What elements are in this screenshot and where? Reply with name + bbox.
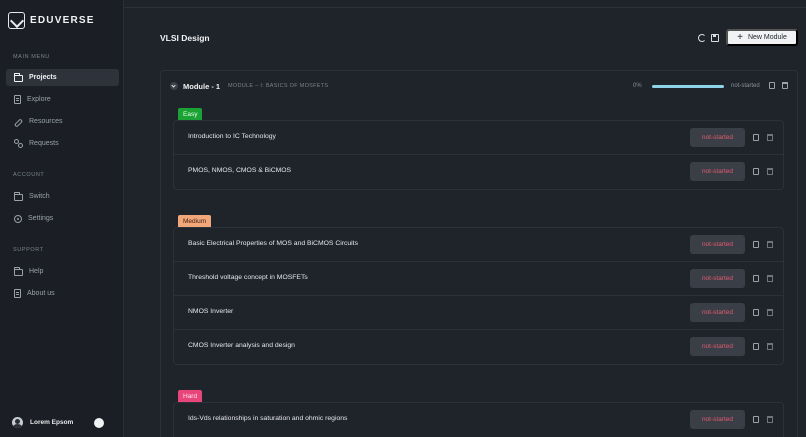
topic-row[interactable]: Threshold voltage concept in MOSFETs not… xyxy=(174,262,783,296)
module-name: Module - 1 xyxy=(183,82,221,91)
sidebar-item-label: Resources xyxy=(29,118,63,125)
copy-icon[interactable] xyxy=(753,168,759,175)
topic-group-hard: Ids-Vds relationships in saturation and … xyxy=(173,402,784,437)
trash-icon[interactable] xyxy=(767,416,773,423)
module-progress-bar xyxy=(652,85,724,88)
page-title: VLSI Design xyxy=(160,33,210,43)
topic-title: Ids-Vds relationships in saturation and … xyxy=(188,415,348,422)
sidebar-item-label: Explore xyxy=(27,96,51,103)
topic-title: Basic Electrical Properties of MOS and B… xyxy=(188,240,358,247)
copy-icon[interactable] xyxy=(753,416,759,423)
main-menu-label: MAIN MENU xyxy=(13,54,50,60)
trash-icon[interactable] xyxy=(767,309,773,316)
copy-icon[interactable] xyxy=(753,241,759,248)
user-name: Lorem Epsom xyxy=(30,419,74,426)
trash-icon[interactable] xyxy=(767,134,773,141)
status-badge[interactable]: not-started xyxy=(690,337,745,356)
status-badge[interactable]: not-started xyxy=(690,269,745,288)
user-profile[interactable]: Lorem Epsom xyxy=(12,417,73,428)
topic-group-easy: Introduction to IC Technology not-starte… xyxy=(173,120,784,190)
copy-icon[interactable] xyxy=(769,82,775,89)
status-badge[interactable]: not-started xyxy=(690,303,745,322)
logo-icon xyxy=(8,12,25,29)
plus-icon: + xyxy=(737,31,743,43)
status-badge[interactable]: not-started xyxy=(690,410,745,429)
sidebar-item-projects[interactable]: Projects xyxy=(6,69,119,86)
avatar xyxy=(12,417,23,428)
sidebar-item-explore[interactable]: Explore xyxy=(6,91,119,108)
trash-icon[interactable] xyxy=(767,343,773,350)
topic-row[interactable]: Basic Electrical Properties of MOS and B… xyxy=(174,228,783,262)
sidebar-item-switch[interactable]: Switch xyxy=(6,188,119,205)
sidebar-item-label: Help xyxy=(29,268,44,275)
app-name: EDUVERSE xyxy=(30,15,95,26)
topic-row[interactable]: Ids-Vds relationships in saturation and … xyxy=(174,403,783,437)
theme-toggle[interactable] xyxy=(94,418,104,428)
copy-icon[interactable] xyxy=(753,275,759,282)
folder-icon xyxy=(14,191,23,201)
chevron-down-icon[interactable] xyxy=(170,82,178,90)
difficulty-badge-medium: Medium xyxy=(178,215,212,227)
sidebar-item-label: Requests xyxy=(29,140,59,147)
trash-icon[interactable] xyxy=(782,82,788,89)
copy-icon[interactable] xyxy=(753,343,759,350)
topic-title: Threshold voltage concept in MOSFETs xyxy=(188,274,308,281)
sidebar-item-settings[interactable]: Settings xyxy=(6,210,119,227)
topic-title: Introduction to IC Technology xyxy=(188,133,276,140)
new-module-button[interactable]: + New Module xyxy=(726,29,798,46)
status-badge[interactable]: not-started xyxy=(690,162,745,181)
account-label: ACCOUNT xyxy=(13,172,45,178)
module-progress-percent: 0% xyxy=(633,83,642,89)
sidebar-item-help[interactable]: Help xyxy=(6,263,119,280)
status-badge[interactable]: not-started xyxy=(690,235,745,254)
topic-row[interactable]: PMOS, NMOS, CMOS & BiCMOS not-started xyxy=(174,155,783,189)
sidebar-item-label: About us xyxy=(27,290,55,297)
topic-title: CMOS Inverter analysis and design xyxy=(188,342,295,349)
topic-group-medium: Basic Electrical Properties of MOS and B… xyxy=(173,227,784,365)
trash-icon[interactable] xyxy=(767,241,773,248)
pull-request-icon xyxy=(14,139,23,148)
topic-row[interactable]: NMOS Inverter not-started xyxy=(174,296,783,330)
trash-icon[interactable] xyxy=(767,168,773,175)
refresh-icon[interactable] xyxy=(698,34,706,42)
topic-row[interactable]: Introduction to IC Technology not-starte… xyxy=(174,121,783,155)
gear-icon xyxy=(14,214,22,223)
copy-icon[interactable] xyxy=(753,134,759,141)
document-icon xyxy=(14,95,21,104)
sidebar-item-about[interactable]: About us xyxy=(6,285,119,302)
save-icon[interactable] xyxy=(711,34,719,42)
document-icon xyxy=(14,289,21,298)
folder-icon xyxy=(14,72,23,82)
sidebar-item-label: Switch xyxy=(29,193,50,200)
new-module-label: New Module xyxy=(747,34,787,41)
sidebar-item-label: Settings xyxy=(28,215,54,222)
topic-title: PMOS, NMOS, CMOS & BiCMOS xyxy=(188,167,292,174)
difficulty-badge-easy: Easy xyxy=(178,108,203,120)
folder-icon xyxy=(14,266,23,276)
sidebar-item-resources[interactable]: Resources xyxy=(6,113,119,130)
topic-row[interactable]: CMOS Inverter analysis and design not-st… xyxy=(174,330,783,364)
trash-icon[interactable] xyxy=(767,275,773,282)
copy-icon[interactable] xyxy=(753,309,759,316)
logo[interactable]: EDUVERSE xyxy=(8,12,95,29)
module-status: not-started xyxy=(731,83,760,89)
link-icon xyxy=(13,117,24,128)
module-subtitle: MODULE – I: BASICS OF MOSFETS xyxy=(228,83,329,89)
top-divider xyxy=(124,7,806,8)
sidebar-item-label: Projects xyxy=(29,74,57,81)
support-label: SUPPORT xyxy=(13,247,44,253)
topic-title: NMOS Inverter xyxy=(188,308,234,315)
status-badge[interactable]: not-started xyxy=(690,128,745,147)
difficulty-badge-hard: Hard xyxy=(178,390,203,402)
sidebar-item-requests[interactable]: Requests xyxy=(6,135,119,152)
sidebar: EDUVERSE MAIN MENU Projects Explore Reso… xyxy=(0,0,124,437)
